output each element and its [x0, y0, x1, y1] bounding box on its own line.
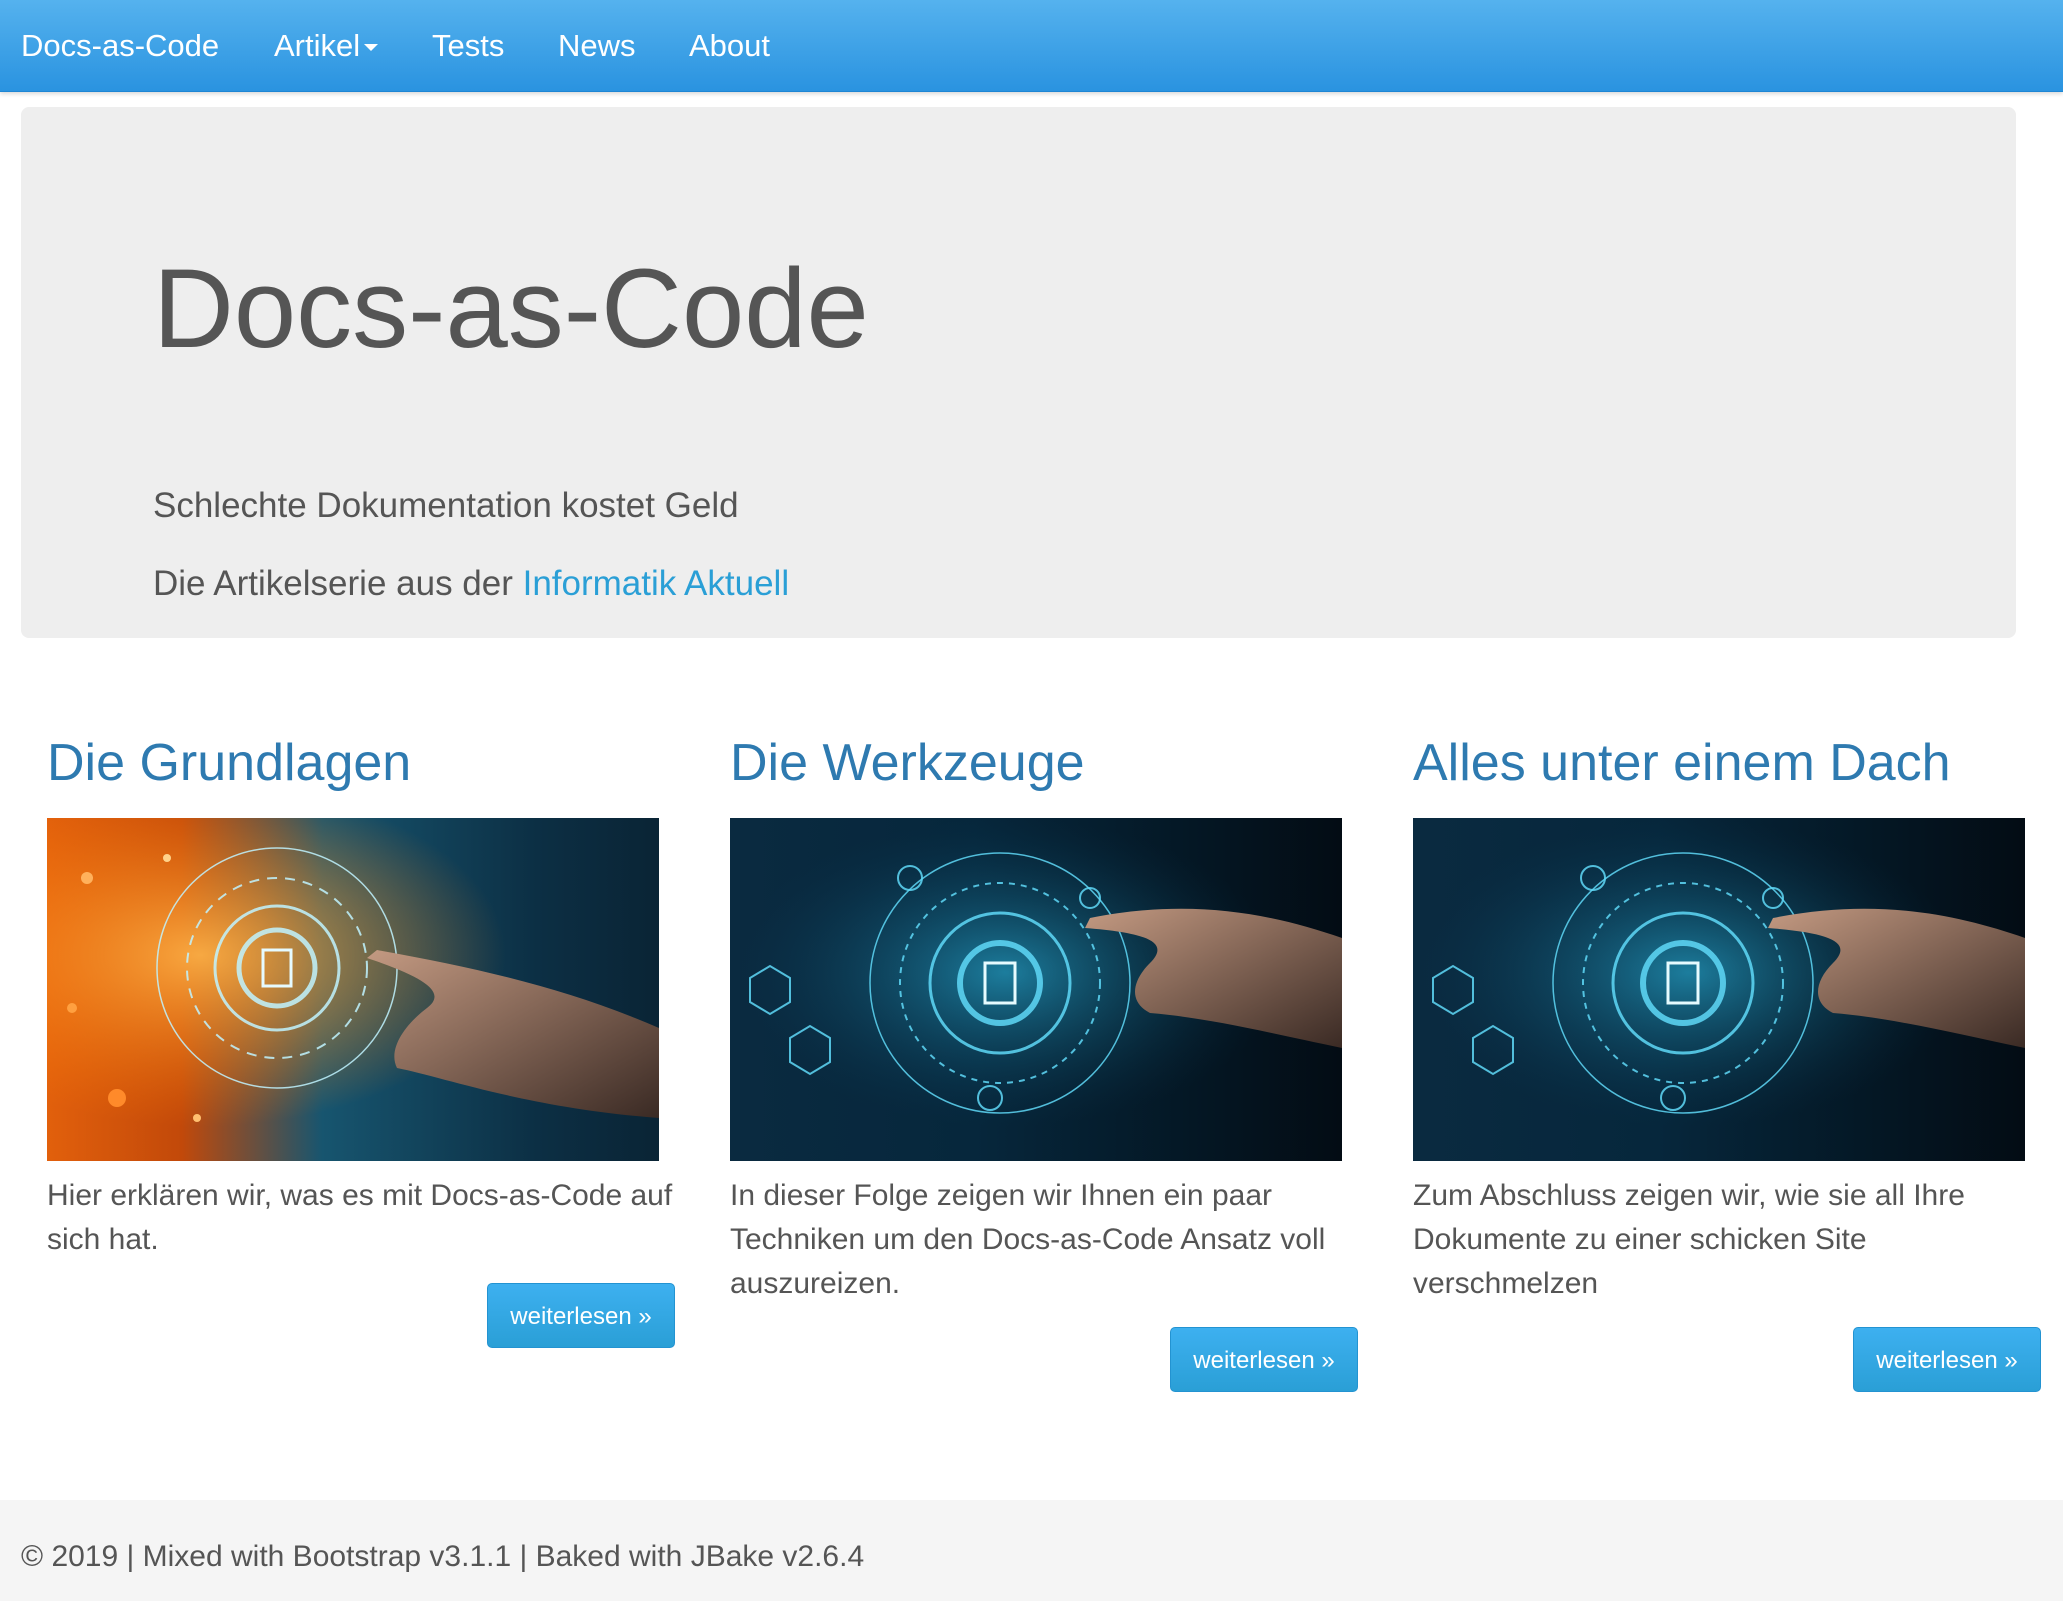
nav-item-about[interactable]: About — [689, 0, 770, 91]
article-image — [1413, 818, 2025, 1161]
nav-item-tests[interactable]: Tests — [432, 0, 504, 91]
article-teaser: In dieser Folge zeigen wir Ihnen ein paa… — [730, 1179, 1326, 1300]
caret-down-icon — [364, 44, 379, 52]
article-teaser: Zum Abschluss zeigen wir, wie sie all Ih… — [1413, 1179, 1965, 1300]
article-image — [730, 818, 1342, 1161]
footer-text: © 2019 | Mixed with Bootstrap v3.1.1 | B… — [21, 1540, 865, 1573]
series-prefix: Die Artikelserie aus der — [153, 564, 523, 603]
nav-item-artikel[interactable]: Artikel — [274, 0, 379, 91]
hero-lead: Schlechte Dokumentation kostet Geld — [153, 486, 739, 525]
article-teaser: Hier erklären wir, was es mit Docs-as-Co… — [47, 1179, 673, 1256]
weiterlesen-button[interactable]: weiterlesen » — [1853, 1327, 2041, 1392]
article-title: Die Grundlagen — [47, 734, 412, 792]
article-card-grundlagen: Die Grundlagen Hier erklären wir, was es… — [47, 725, 675, 1348]
weiterlesen-button[interactable]: weiterlesen » — [1170, 1327, 1358, 1392]
nav-item-news[interactable]: News — [558, 0, 636, 91]
top-navbar: Docs-as-Code Artikel Tests News About — [0, 0, 2063, 92]
article-card-werkzeuge: Die Werkzeuge In dieser Folge zeigen wir… — [730, 725, 1358, 1392]
article-title: Die Werkzeuge — [730, 734, 1085, 792]
page-footer: © 2019 | Mixed with Bootstrap v3.1.1 | B… — [0, 1500, 2063, 1601]
navbar-brand[interactable]: Docs-as-Code — [21, 0, 219, 91]
informatik-aktuell-link[interactable]: Informatik Aktuell — [523, 564, 790, 603]
article-title: Alles unter einem Dach — [1413, 734, 1951, 792]
hero-title: Docs-as-Code — [153, 246, 869, 371]
article-card-dach: Alles unter einem Dach Zum Abschluss zei… — [1413, 725, 2041, 1392]
nav-item-label: Artikel — [274, 28, 361, 63]
hero-series-line: Die Artikelserie aus der Informatik Aktu… — [153, 564, 789, 604]
article-image — [47, 818, 659, 1161]
weiterlesen-button[interactable]: weiterlesen » — [487, 1283, 675, 1348]
hero-jumbotron: Docs-as-Code Schlechte Dokumentation kos… — [21, 107, 2016, 638]
